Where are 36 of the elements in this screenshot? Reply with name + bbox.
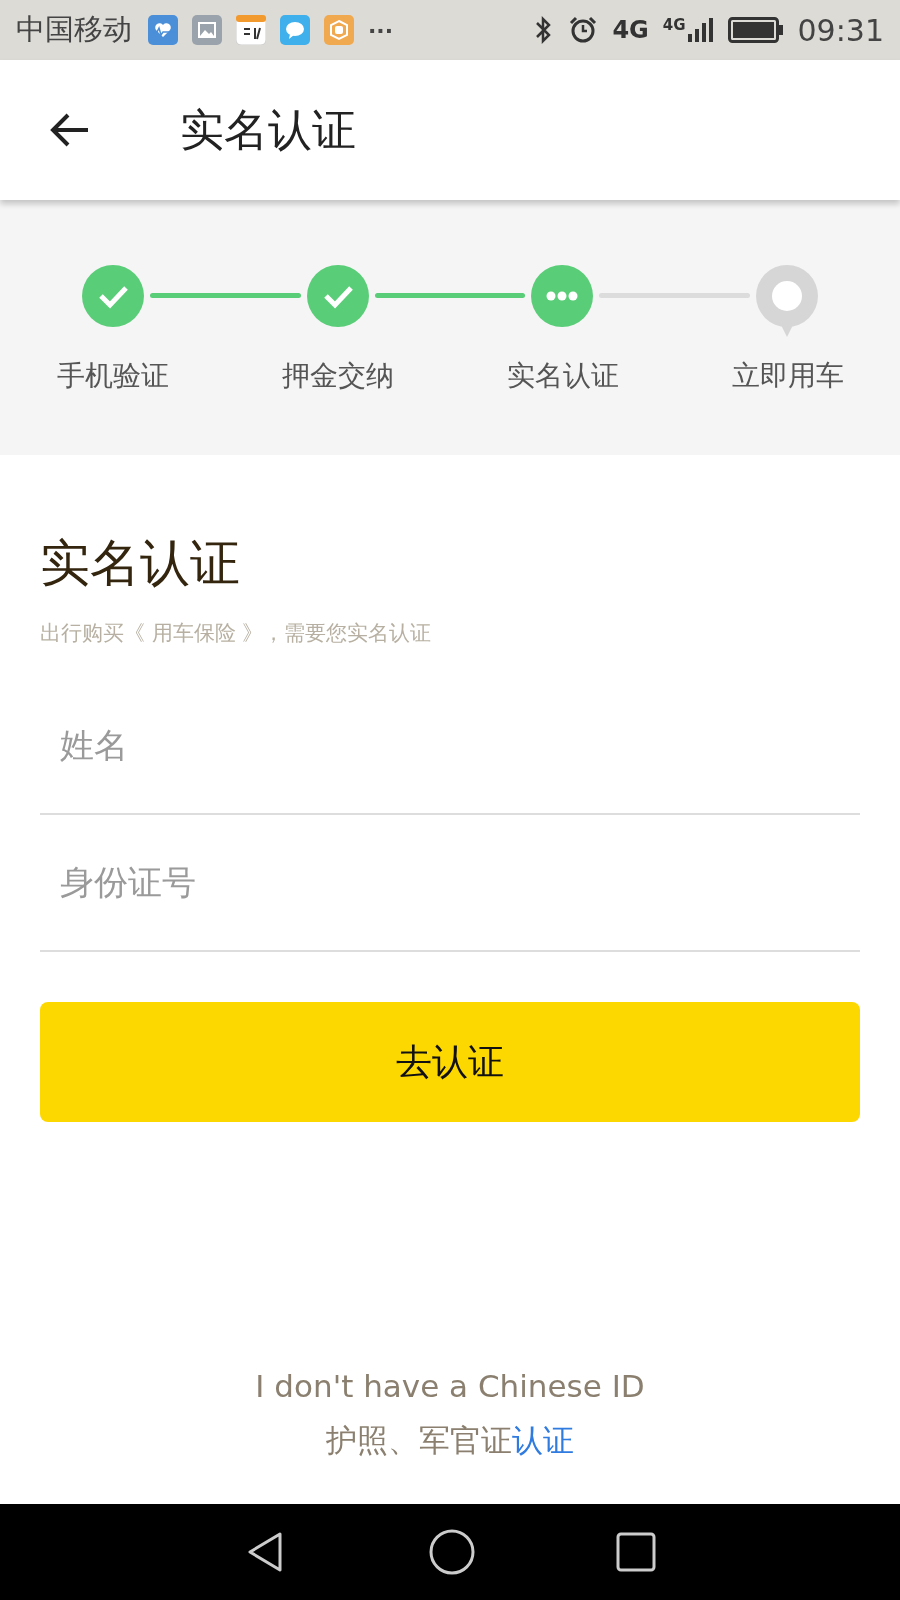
clock-time: 09:31 [797, 12, 884, 48]
alternative-id-text: 护照、军官证认证 [326, 1421, 574, 1460]
chat-app-icon [280, 15, 310, 45]
battery-icon [727, 17, 784, 43]
dots-step-icon [531, 265, 594, 327]
step-label: 实名认证 [506, 358, 619, 394]
home-nav-button[interactable] [428, 1528, 476, 1576]
step-label: 立即用车 [731, 358, 844, 394]
map-pin-step-icon [756, 265, 818, 337]
gallery-app-icon [192, 15, 222, 45]
network-type-label: 4G [662, 18, 686, 33]
check-step-icon [82, 265, 144, 327]
calendar-app-icon [236, 15, 266, 45]
page-title: 实名认证 [180, 102, 356, 157]
signal-icon [687, 18, 714, 42]
submit-button[interactable]: 去认证 [40, 1002, 860, 1122]
more-indicator: ··· [368, 17, 394, 43]
back-arrow-icon [50, 112, 90, 148]
square-recents-icon [616, 1532, 656, 1572]
section-subtitle: 出行购买《 用车保险 》，需要您实名认证 [40, 620, 433, 647]
input-field[interactable]: 身份证号 [40, 815, 860, 952]
alarm-icon [568, 15, 599, 45]
heart-app-icon [148, 15, 178, 45]
step-label: 手机验证 [56, 358, 169, 394]
section-title: 实名认证 [40, 533, 241, 594]
network-type-label: 4G [612, 18, 649, 42]
check-step-icon [306, 265, 369, 327]
circle-home-icon [428, 1528, 476, 1576]
verify-link[interactable]: 认证 [512, 1422, 574, 1458]
carrier-name: 中国移动 [16, 11, 132, 48]
back-button[interactable] [50, 112, 90, 148]
hand-app-icon [324, 15, 354, 45]
step-label: 押金交纳 [281, 358, 394, 394]
input-field[interactable]: 姓名 [40, 677, 860, 815]
recents-nav-button[interactable] [616, 1532, 656, 1572]
no-id-note: I don't have a Chinese ID [255, 1368, 645, 1404]
